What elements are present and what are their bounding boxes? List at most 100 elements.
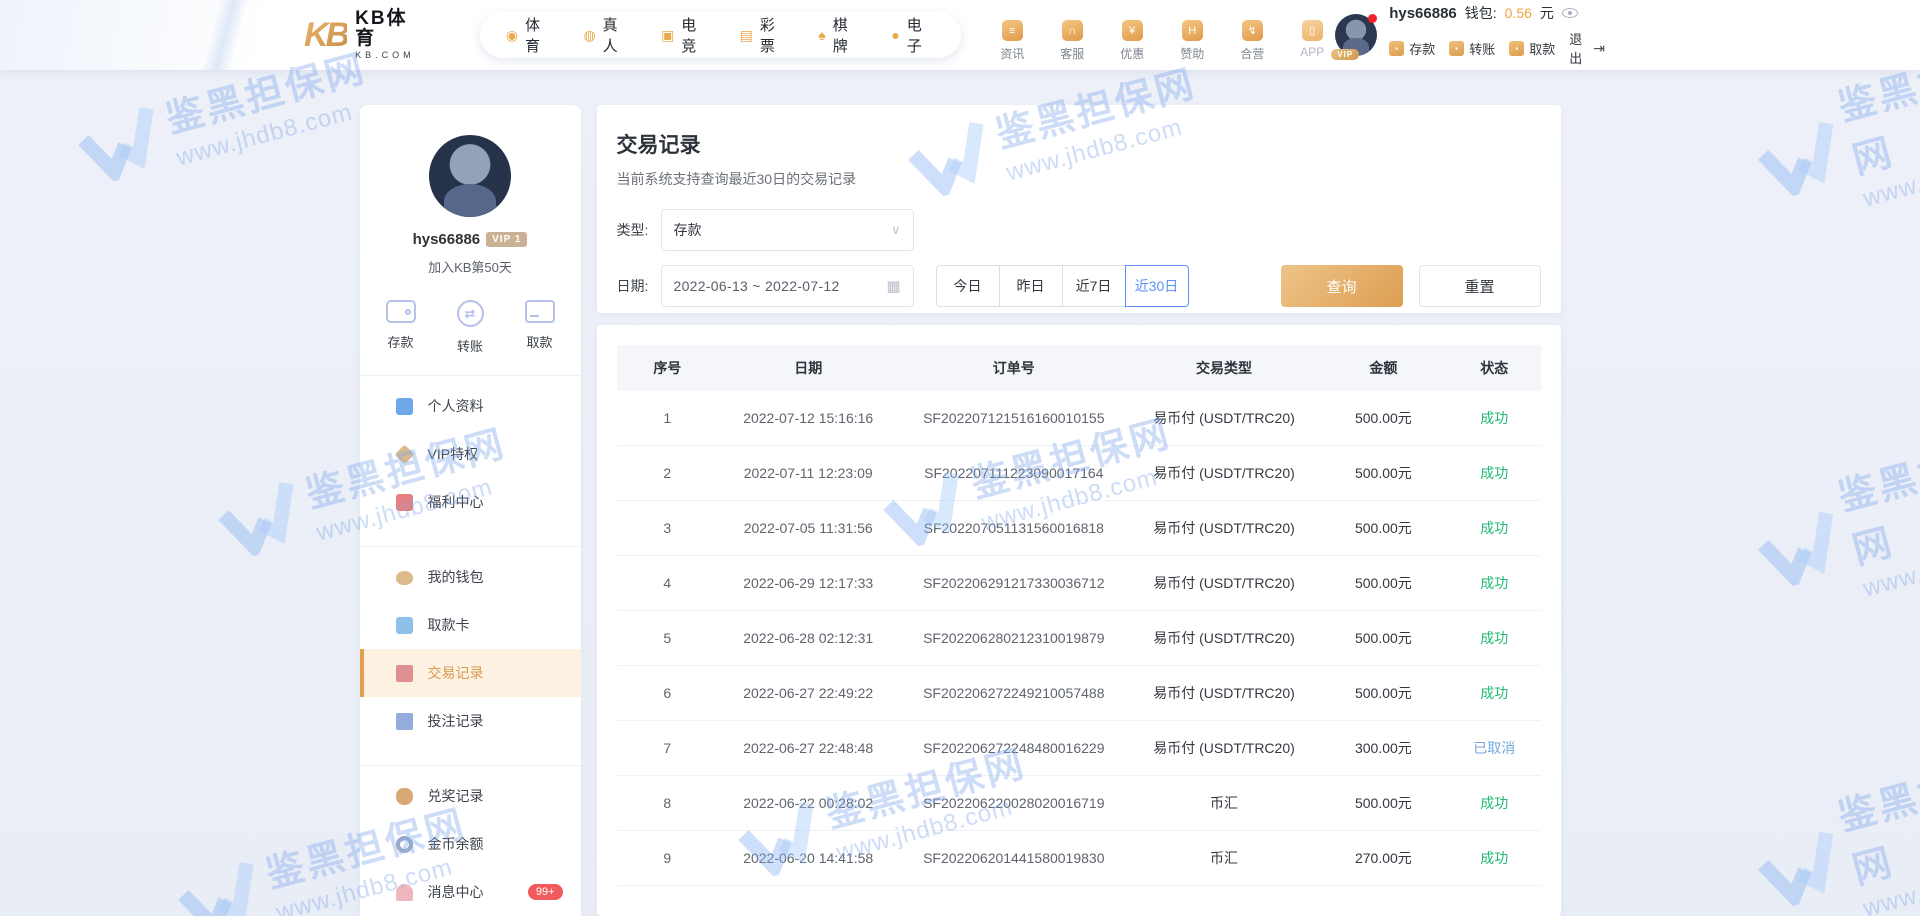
quicklink-service[interactable]: ∩ 客服 [1049, 8, 1095, 62]
watermark-logo-icon [205, 472, 310, 569]
cell-type: 易币付 (USDT/TRC20) [1153, 520, 1295, 536]
type-select-value: 存款 [673, 222, 702, 238]
cell-amt: 300.00元 [1354, 740, 1412, 756]
cell-status: 成功 [1480, 520, 1509, 536]
cell-seq: 3 [663, 520, 672, 536]
esports-icon: ▣ [661, 26, 675, 43]
quicklink-news[interactable]: ≡ 资讯 [989, 8, 1035, 62]
calendar-icon[interactable]: ▦ [886, 277, 900, 295]
cell-date: 2022-07-11 12:23:09 [743, 465, 873, 481]
type-select[interactable]: 存款 ∨ [660, 209, 914, 251]
sidebar-item-prizes[interactable]: 兑奖记录 [360, 772, 581, 820]
sidebar-item-withdraw-card[interactable]: 取款卡 [360, 601, 581, 649]
table-row: 5 2022-06-28 02:12:31 SF202206280212310019… [616, 611, 1541, 666]
sidebar-quick-deposit[interactable]: 存款 [385, 300, 416, 355]
nav-item-slots[interactable]: ● 电子 [891, 14, 935, 56]
sidebar-item-wallet[interactable]: 我的钱包 [360, 553, 581, 601]
deposit-icon [385, 300, 416, 323]
cell-date: 2022-06-22 00:28:02 [743, 795, 874, 811]
cell-order: SF202206272248480016229 [923, 740, 1105, 756]
game-nav: ◉ 体育 ◍ 真人 ▣ 电竞 ▤ 彩票 ♠ 棋牌 ● 电子 [479, 12, 962, 58]
sidebar-quick-withdraw[interactable]: 取款 [524, 300, 555, 355]
joint-icon: ↯ [1241, 20, 1263, 41]
watermark-url: www.jhdb8.com [1860, 849, 1920, 916]
table-row: 9 2022-06-20 14:41:58 SF202206201441580019… [616, 831, 1541, 886]
divider [359, 765, 581, 766]
quicklink-app[interactable]: ▯ APP [1289, 8, 1335, 59]
sidebar-item-coins[interactable]: 金币余额 [360, 820, 581, 868]
sidebar-avatar[interactable] [429, 135, 511, 217]
content-wrapper: hys66886 VIP 1 加入KB第50天 存款 ⇄ 转账 取款 个人资料 VIP特… [359, 105, 1561, 916]
nav-item-label: 电子 [906, 17, 922, 55]
profile-icon [395, 397, 413, 415]
cell-order: SF202207051131560016818 [923, 520, 1104, 536]
vip-tag: VIP [1331, 49, 1360, 60]
type-label: 类型: [616, 222, 649, 238]
cell-amt: 500.00元 [1354, 575, 1412, 591]
divider [359, 546, 581, 547]
chess-icon: ♠ [818, 27, 826, 43]
sidebar-item-profile[interactable]: 个人资料 [360, 382, 581, 430]
column-header: 状态 [1480, 360, 1509, 376]
cell-date: 2022-07-05 11:31:56 [743, 520, 873, 536]
cell-status: 成功 [1480, 575, 1509, 591]
quicklink-joint[interactable]: ↯ 合营 [1229, 8, 1275, 62]
cell-type: 易币付 (USDT/TRC20) [1153, 740, 1295, 756]
watermark-title: 鉴黑担保网 [1834, 756, 1920, 893]
sidebar-item-label: 金币余额 [427, 836, 484, 852]
logout-label: 退出 [1569, 32, 1583, 66]
table-row: 2 2022-07-11 12:23:09 SF202207111223090017… [616, 446, 1541, 501]
nav-item-lottery[interactable]: ▤ 彩票 [740, 14, 789, 56]
cell-date: 2022-06-28 02:12:31 [743, 630, 874, 646]
column-header: 交易类型 [1196, 360, 1252, 376]
coins-icon [395, 835, 413, 853]
news-icon: ≡ [1001, 20, 1023, 41]
sidebar-item-bets[interactable]: 投注记录 [360, 697, 581, 745]
query-button[interactable]: 查询 [1280, 265, 1403, 307]
nav-item-esports[interactable]: ▣ 电竞 [661, 14, 710, 56]
nav-item-live[interactable]: ◍ 真人 [583, 14, 631, 56]
chevron-down-icon: ∨ [890, 222, 901, 237]
records-card: 序号 日期 订单号 交易类型 金额 状态 1 2022-07-12 15:16:16 SF20… [596, 325, 1561, 916]
user-action-deposit[interactable]: ▪ 存款 [1389, 39, 1435, 58]
sidebar-item-vip[interactable]: VIP特权 [360, 430, 581, 478]
sports-icon: ◉ [505, 26, 519, 43]
logo-title: KB体育 [355, 8, 408, 50]
cell-seq: 4 [663, 575, 672, 591]
app-icon: ▯ [1301, 20, 1323, 41]
date-range-input[interactable]: 2022-06-13 ~ 2022-07-12 ▦ [660, 265, 914, 307]
sidebar-item-messages[interactable]: 消息中心 99+ [360, 868, 581, 916]
range-last7[interactable]: 近7日 [1061, 265, 1126, 307]
sidebar-quick-transfer[interactable]: ⇄ 转账 [456, 300, 484, 355]
site-logo[interactable]: KB KB体育 KB.COM [304, 9, 426, 60]
cell-amt: 500.00元 [1354, 795, 1412, 811]
cell-status: 成功 [1480, 685, 1509, 701]
eye-icon[interactable] [1561, 8, 1578, 18]
watermark-logo-icon [1745, 111, 1850, 208]
sidebar-item-transactions[interactable]: 交易记录 [359, 649, 581, 697]
range-yesterday[interactable]: 昨日 [998, 265, 1063, 307]
reset-button[interactable]: 重置 [1418, 265, 1541, 307]
quicklink-promo[interactable]: ¥ 优惠 [1109, 8, 1155, 62]
sidebar-item-welfare[interactable]: 福利中心 [360, 478, 581, 526]
range-today[interactable]: 今日 [935, 265, 1000, 307]
nav-item-chess[interactable]: ♠ 棋牌 [818, 14, 861, 56]
wallet-amount: 0.56 [1504, 5, 1532, 21]
sidebar-item-label: 兑奖记录 [427, 788, 484, 804]
range-last30[interactable]: 近30日 [1124, 265, 1189, 307]
user-action-transfer[interactable]: ▪ 转账 [1449, 39, 1495, 58]
cell-status: 成功 [1480, 850, 1509, 866]
transactions-icon [395, 664, 413, 682]
date-range-value: 2022-06-13 ~ 2022-07-12 [673, 278, 840, 294]
user-action-withdraw[interactable]: ▪ 取款 [1509, 39, 1555, 58]
table-row: 8 2022-06-22 00:28:02 SF202206220028020016… [616, 776, 1541, 831]
cell-order: SF202206272249210057488 [923, 685, 1105, 701]
cell-amt: 500.00元 [1354, 410, 1412, 426]
filter-card: 交易记录 当前系统支持查询最近30日的交易记录 类型: 存款 ∨ 日期: 202… [596, 105, 1561, 313]
quicklink-label: 合营 [1240, 47, 1265, 61]
user-area: VIP hys66886 钱包: 0.56 元 ▪ 存款 ▪ 转账 ▪ 取款 退出 ⇥ [1331, 3, 1605, 67]
logout-button[interactable]: 退出 ⇥ [1569, 29, 1605, 67]
watermark-logo-icon [65, 97, 170, 194]
quicklink-sponsor[interactable]: H 赞助 [1169, 8, 1215, 62]
nav-item-sports[interactable]: ◉ 体育 [506, 14, 554, 56]
